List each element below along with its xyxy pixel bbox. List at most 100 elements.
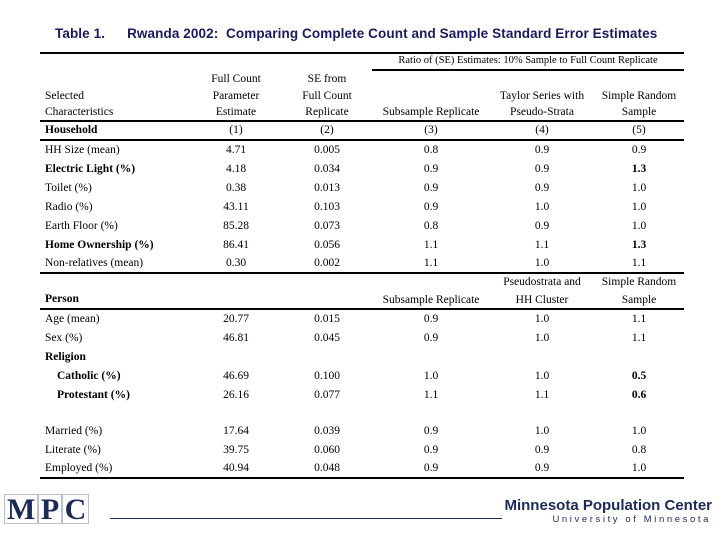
- row-cell-3: 0.9: [423, 163, 439, 175]
- table-row: Radio (%) 43.11 0.103 0.9 1.0 1.0: [40, 197, 684, 216]
- person-subheader-4-line1: Pseudostrata and: [503, 276, 581, 288]
- row-label: Home Ownership (%): [45, 239, 154, 251]
- table-row-religion-group: Religion: [40, 347, 684, 366]
- col4-header-line1: [490, 70, 594, 87]
- row-cell-1: 0.30: [190, 253, 282, 274]
- row-label: Age (mean): [45, 313, 100, 325]
- row-cell-4: 0.9: [534, 163, 550, 175]
- section-title-person: Person: [40, 289, 190, 310]
- table-number: Table 1.: [55, 26, 106, 41]
- row-cell-5: 1.3: [631, 163, 647, 175]
- person-subheader-blank-2b: [282, 289, 372, 310]
- row-cell-2: 0.015: [314, 313, 340, 325]
- table-row: Sex (%) 46.81 0.045 0.9 1.0 1.1: [40, 328, 684, 347]
- page-title: Table 1. Rwanda 2002: Comparing Complete …: [55, 26, 657, 41]
- umn-logo: Minnesota Population Center University o…: [504, 497, 712, 526]
- row-cell-5: 1.0: [594, 458, 684, 479]
- row-label: Earth Floor (%): [45, 220, 118, 232]
- person-subheader-blank-1b: [190, 289, 282, 310]
- table-row: HH Size (mean) 4.71 0.005 0.8 0.9 0.9: [40, 140, 684, 159]
- row-cell-3: 0.8: [423, 144, 439, 156]
- row-cell-3: 1.1: [423, 239, 439, 251]
- col5-header-line3: Sample: [594, 103, 684, 122]
- person-subheader-5-line2: Sample: [594, 289, 684, 310]
- row-cell-1: 43.11: [223, 201, 249, 213]
- row-cell-4: 0.9: [534, 444, 550, 456]
- spacer-cell-1: [190, 404, 282, 421]
- person-subheader-4-line2: HH Cluster: [490, 289, 594, 310]
- column-number-5: (5): [594, 120, 684, 141]
- column-number-3: (3): [372, 120, 490, 141]
- row-cell-1: [190, 347, 282, 366]
- row-label: Electric Light (%): [45, 163, 136, 175]
- row-cell-5: 1.0: [631, 182, 647, 194]
- row-cell-2: 0.073: [314, 220, 340, 232]
- table-row: Non-relatives (mean) 0.30 0.002 1.1 1.0 …: [40, 253, 684, 274]
- row-cell-4: 1.0: [534, 332, 550, 344]
- row-cell-1: 39.75: [223, 444, 249, 456]
- row-label: Protestant (%): [57, 389, 130, 401]
- row-cell-1: 4.18: [225, 163, 247, 175]
- row-cell-2: 0.103: [314, 201, 340, 213]
- row-cell-3: 0.9: [423, 444, 439, 456]
- row-cell-1: 46.69: [223, 370, 249, 382]
- stub-header-line2: Characteristics: [40, 103, 190, 122]
- row-cell-3: 0.8: [423, 220, 439, 232]
- spanner-empty-1: [190, 52, 282, 70]
- table-row: Home Ownership (%) 86.41 0.056 1.1 1.1 1…: [40, 235, 684, 254]
- row-label: Literate (%): [45, 444, 101, 456]
- mpc-logo-letter-m: M: [4, 494, 38, 525]
- row-cell-5: 1.3: [631, 239, 647, 251]
- row-cell-5: 1.0: [631, 220, 647, 232]
- mpc-logo-letter-p: P: [37, 494, 62, 525]
- row-cell-2: 0.005: [314, 144, 340, 156]
- row-cell-1: 86.41: [223, 239, 249, 251]
- row-cell-4: 0.9: [490, 458, 594, 479]
- col2-header-line2: Full Count: [302, 90, 352, 102]
- col5-header-line2: Simple Random: [601, 90, 677, 102]
- row-cell-4: 1.0: [534, 313, 550, 325]
- row-cell-5: 1.0: [631, 201, 647, 213]
- row-cell-5: 0.6: [631, 389, 647, 401]
- col3-header-line1: [372, 70, 490, 87]
- row-cell-4: 1.1: [534, 239, 550, 251]
- section-title-household: Household: [40, 120, 190, 141]
- section-header-household: Household (1) (2) (3) (4) (5): [40, 120, 684, 141]
- spanner-ratio-cell: Ratio of (SE) Estimates: 10% Sample to F…: [372, 52, 684, 71]
- row-cell-2: 0.002: [282, 253, 372, 274]
- col2-header-line1: SE from: [307, 73, 347, 85]
- table-row: Protestant (%) 26.16 0.077 1.1 1.1 0.6: [40, 385, 684, 404]
- col1-header-line1: Full Count: [211, 73, 261, 85]
- column-number-4: (4): [490, 120, 594, 141]
- row-label: Employed (%): [40, 458, 190, 479]
- row-cell-1: 85.28: [223, 220, 249, 232]
- spacer-cell-5: [594, 404, 684, 421]
- row-cell-3: 0.9: [423, 201, 439, 213]
- row-cell-3: 0.9: [423, 313, 439, 325]
- person-subheader-3-line2: Subsample Replicate: [372, 289, 490, 310]
- column-header-line2: Selected Parameter Full Count Taylor Ser…: [40, 87, 684, 104]
- spacer-cell-3: [372, 404, 490, 421]
- row-cell-3: 0.9: [372, 458, 490, 479]
- row-cell-1: 46.81: [223, 332, 249, 344]
- col3-header-line2: [372, 87, 490, 104]
- stub-header-line1: Selected: [45, 90, 84, 102]
- row-cell-4: 1.1: [534, 389, 550, 401]
- spanner-label: Ratio of (SE) Estimates: 10% Sample to F…: [398, 55, 658, 66]
- row-cell-4: 0.9: [534, 144, 550, 156]
- person-subheader-blank: [40, 273, 190, 290]
- row-label: HH Size (mean): [45, 144, 120, 156]
- row-cell-5: 0.5: [631, 370, 647, 382]
- person-subheader-line1: Pseudostrata and Simple Random: [40, 273, 684, 290]
- row-cell-3: 1.1: [372, 253, 490, 274]
- row-cell-5: 1.0: [631, 425, 647, 437]
- row-cell-4: 0.9: [534, 182, 550, 194]
- row-cell-2: 0.048: [282, 458, 372, 479]
- row-cell-2: 0.013: [314, 182, 340, 194]
- row-cell-1: 20.77: [223, 313, 249, 325]
- table-spanner-row: Ratio of (SE) Estimates: 10% Sample to F…: [40, 52, 684, 71]
- row-cell-3: 0.9: [423, 425, 439, 437]
- row-cell-4: [490, 347, 594, 366]
- spanner-empty-label: [40, 52, 190, 70]
- row-cell-4: 1.0: [534, 370, 550, 382]
